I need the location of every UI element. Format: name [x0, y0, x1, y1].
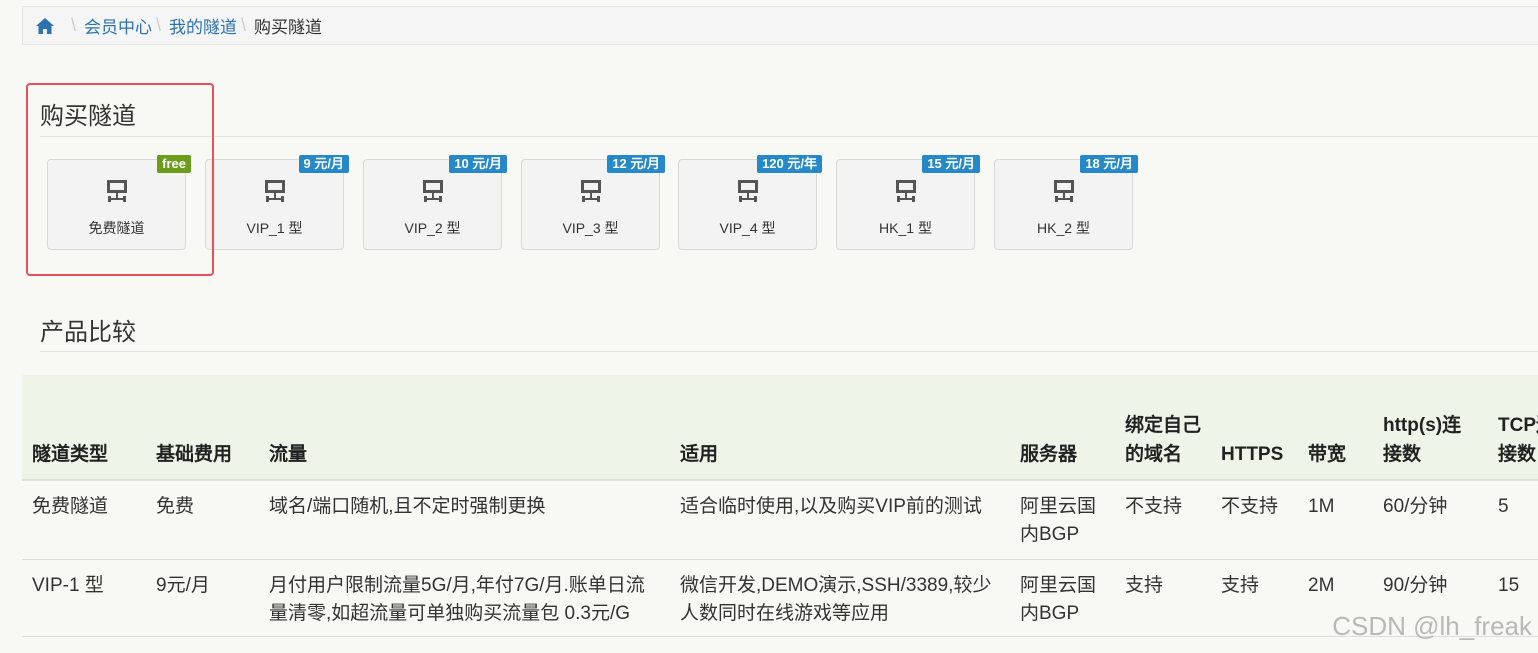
breadcrumb-separator: \	[156, 15, 162, 35]
table-cell: 不支持	[1211, 480, 1298, 560]
network-computer-icon	[1051, 178, 1077, 209]
table-cell: 5	[1488, 480, 1538, 560]
column-header: 带宽	[1298, 375, 1373, 481]
table-cell: 60/分钟	[1373, 480, 1488, 560]
table-cell: 不支持	[1115, 480, 1211, 560]
home-icon[interactable]	[23, 17, 67, 35]
compare-table: 隧道类型 基础费用 流量 适用 服务器 绑定自己的域名 HTTPS 带宽 htt…	[22, 375, 1538, 637]
plan-card-vip4[interactable]: 120 元/年 VIP_4 型	[678, 155, 822, 250]
plan-badge: 10 元/月	[449, 155, 507, 173]
product-compare-title: 产品比较	[40, 319, 136, 346]
column-header: 绑定自己的域名	[1115, 375, 1211, 481]
table-header-row: 隧道类型 基础费用 流量 适用 服务器 绑定自己的域名 HTTPS 带宽 htt…	[22, 375, 1538, 481]
table-cell: 支持	[1115, 559, 1211, 637]
table-cell: 1M	[1298, 480, 1373, 560]
table-cell: 9元/月	[146, 559, 259, 637]
plan-name: VIP_2 型	[404, 220, 461, 236]
column-header: HTTPS	[1211, 375, 1298, 481]
breadcrumb-separator: \	[241, 15, 247, 35]
network-computer-icon	[262, 178, 288, 209]
breadcrumb: \ 会员中心 \ 我的隧道 \ 购买隧道	[22, 6, 1538, 45]
network-computer-icon	[578, 178, 604, 209]
divider	[40, 136, 1538, 137]
plan-badge: 12 元/月	[607, 155, 665, 173]
breadcrumb-current: 购买隧道	[254, 18, 323, 37]
plan-name: HK_1 型	[879, 220, 932, 236]
network-computer-icon	[893, 178, 919, 209]
table-cell: 月付用户限制流量5G/月,年付7G/月.账单日流量清零,如超流量可单独购买流量包…	[259, 559, 670, 637]
plan-badge: 120 元/年	[757, 155, 822, 173]
table-cell: 阿里云国内BGP	[1010, 480, 1115, 560]
plan-card-hk1[interactable]: 15 元/月 HK_1 型	[836, 155, 980, 250]
plan-name: VIP_3 型	[562, 220, 619, 236]
plan-card-vip3[interactable]: 12 元/月 VIP_3 型	[521, 155, 665, 250]
divider	[40, 351, 1538, 352]
plan-name: VIP_4 型	[719, 220, 776, 236]
annotation-highlight-box	[26, 83, 214, 276]
table-cell: 微信开发,DEMO演示,SSH/3389,较少人数同时在线游戏等应用	[670, 559, 1010, 637]
table-row: VIP-1 型 9元/月 月付用户限制流量5G/月,年付7G/月.账单日流量清零…	[22, 559, 1538, 637]
page: \ 会员中心 \ 我的隧道 \ 购买隧道 购买隧道 free 免费隧道 9 元/…	[0, 0, 1538, 653]
table-cell: 支持	[1211, 559, 1298, 637]
column-header: 适用	[670, 375, 1010, 481]
plan-badge: 9 元/月	[298, 155, 349, 173]
plan-badge: 18 元/月	[1080, 155, 1138, 173]
column-header: 服务器	[1010, 375, 1115, 481]
table-cell: 适合临时使用,以及购买VIP前的测试	[670, 480, 1010, 560]
breadcrumb-separator: \	[71, 15, 77, 35]
table-cell: 免费	[146, 480, 259, 560]
watermark: CSDN @lh_freak	[1332, 611, 1532, 641]
plan-name: VIP_1 型	[246, 220, 303, 236]
column-header: 流量	[259, 375, 670, 481]
table-row: 免费隧道 免费 域名/端口随机,且不定时强制更换 适合临时使用,以及购买VIP前…	[22, 480, 1538, 560]
table-cell: 免费隧道	[22, 480, 146, 560]
plan-card-vip2[interactable]: 10 元/月 VIP_2 型	[363, 155, 507, 250]
plan-badge: 15 元/月	[922, 155, 980, 173]
network-computer-icon	[420, 178, 446, 209]
column-header: 隧道类型	[22, 375, 146, 481]
table-cell: 阿里云国内BGP	[1010, 559, 1115, 637]
plan-name: HK_2 型	[1037, 220, 1090, 236]
table-cell: VIP-1 型	[22, 559, 146, 637]
breadcrumb-link-member-center[interactable]: 会员中心	[84, 13, 152, 38]
compare-table-wrapper: 隧道类型 基础费用 流量 适用 服务器 绑定自己的域名 HTTPS 带宽 htt…	[22, 375, 1538, 653]
plan-card-hk2[interactable]: 18 元/月 HK_2 型	[994, 155, 1138, 250]
plan-card-vip1[interactable]: 9 元/月 VIP_1 型	[205, 155, 349, 250]
network-computer-icon	[735, 178, 761, 209]
table-cell: 域名/端口随机,且不定时强制更换	[259, 480, 670, 560]
column-header: http(s)连接数	[1373, 375, 1488, 481]
column-header: TCP连接数	[1488, 375, 1538, 481]
breadcrumb-link-my-tunnels[interactable]: 我的隧道	[169, 13, 237, 38]
column-header: 基础费用	[146, 375, 259, 481]
